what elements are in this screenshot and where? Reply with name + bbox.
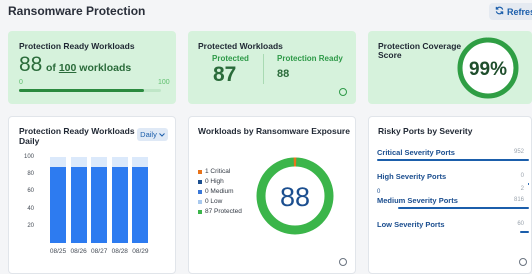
port-sub-value: 0	[377, 189, 381, 195]
legend-swatch	[198, 209, 202, 214]
ready-workloads-value: 88	[19, 53, 43, 76]
legend-label: 1 Critical	[205, 168, 231, 175]
page-title: Ransomware Protection	[8, 4, 146, 18]
ready-workloads-total-text: of 100 workloads	[46, 62, 132, 74]
clock-icon	[519, 258, 527, 266]
port-severity-bar	[519, 231, 529, 233]
port-severity-label[interactable]: Critical Severity Ports	[377, 148, 455, 157]
legend-item: 1 Critical	[198, 168, 230, 175]
period-dropdown[interactable]: Daily	[137, 128, 168, 141]
port-count: 816	[513, 197, 524, 203]
port-count: 60	[517, 221, 524, 227]
port-severity-label[interactable]: Low Severity Ports	[377, 220, 445, 229]
progress-min-label: 0	[19, 79, 23, 86]
port-count: 952	[513, 149, 524, 155]
progress-max-label: 100	[158, 79, 170, 86]
protected-workloads-title: Protected Workloads	[198, 41, 283, 51]
risky-ports-card	[368, 116, 532, 274]
refresh-icon	[495, 6, 504, 17]
chevron-down-icon	[158, 130, 165, 139]
ready-progress-fill	[19, 89, 144, 92]
refresh-label: Refresh	[507, 6, 532, 17]
port-severity-bar	[527, 183, 529, 185]
total-workloads-link[interactable]: 100	[59, 62, 77, 74]
legend-item: 87 Protected	[198, 208, 242, 215]
ready-workloads-title: Protection Ready Workloads	[19, 41, 135, 51]
ready-progress-bar	[19, 89, 161, 92]
period-dropdown-label: Daily	[140, 130, 157, 139]
legend-label: 0 Medium	[205, 188, 234, 195]
port-severity-bar	[377, 159, 529, 161]
refresh-button[interactable]: Refresh	[489, 3, 532, 20]
legend-label: 0 Low	[205, 198, 223, 205]
legend-label: 87 Protected	[205, 208, 242, 215]
coverage-score-gauge: 99%	[457, 37, 519, 99]
legend-swatch	[198, 199, 202, 204]
daily-workloads-title-line1: Protection Ready Workloads -	[19, 126, 140, 136]
protection-ready-label: Protection Ready	[277, 54, 343, 63]
protection-ready-value: 88	[277, 68, 290, 80]
coverage-score-value: 99%	[469, 59, 507, 80]
protected-label: Protected	[212, 54, 249, 63]
daily-workloads-title-line2: Daily	[19, 136, 40, 146]
risky-ports-title: Risky Ports by Severity	[378, 126, 473, 136]
legend-item: 0 Low	[198, 198, 222, 205]
legend-item: 0 High	[198, 178, 224, 185]
exposure-title: Workloads by Ransomware Exposure	[198, 126, 350, 136]
exposure-donut: 88	[256, 157, 334, 235]
legend-label: 0 High	[205, 178, 224, 185]
clock-icon	[339, 88, 347, 96]
legend-swatch	[198, 189, 202, 194]
clock-icon	[339, 258, 347, 266]
port-severity-label[interactable]: Medium Severity Ports	[377, 196, 458, 205]
port-severity-bar	[398, 207, 529, 209]
port-severity-label[interactable]: High Severity Ports	[377, 172, 446, 181]
legend-item: 0 Medium	[198, 188, 234, 195]
legend-swatch	[198, 179, 202, 184]
exposure-center-value: 88	[280, 182, 310, 212]
legend-swatch	[198, 169, 202, 174]
protected-value: 87	[213, 63, 237, 86]
port-count: 0	[520, 173, 524, 179]
coverage-score-title-line2: Score	[378, 50, 402, 60]
protected-divider	[263, 54, 264, 84]
